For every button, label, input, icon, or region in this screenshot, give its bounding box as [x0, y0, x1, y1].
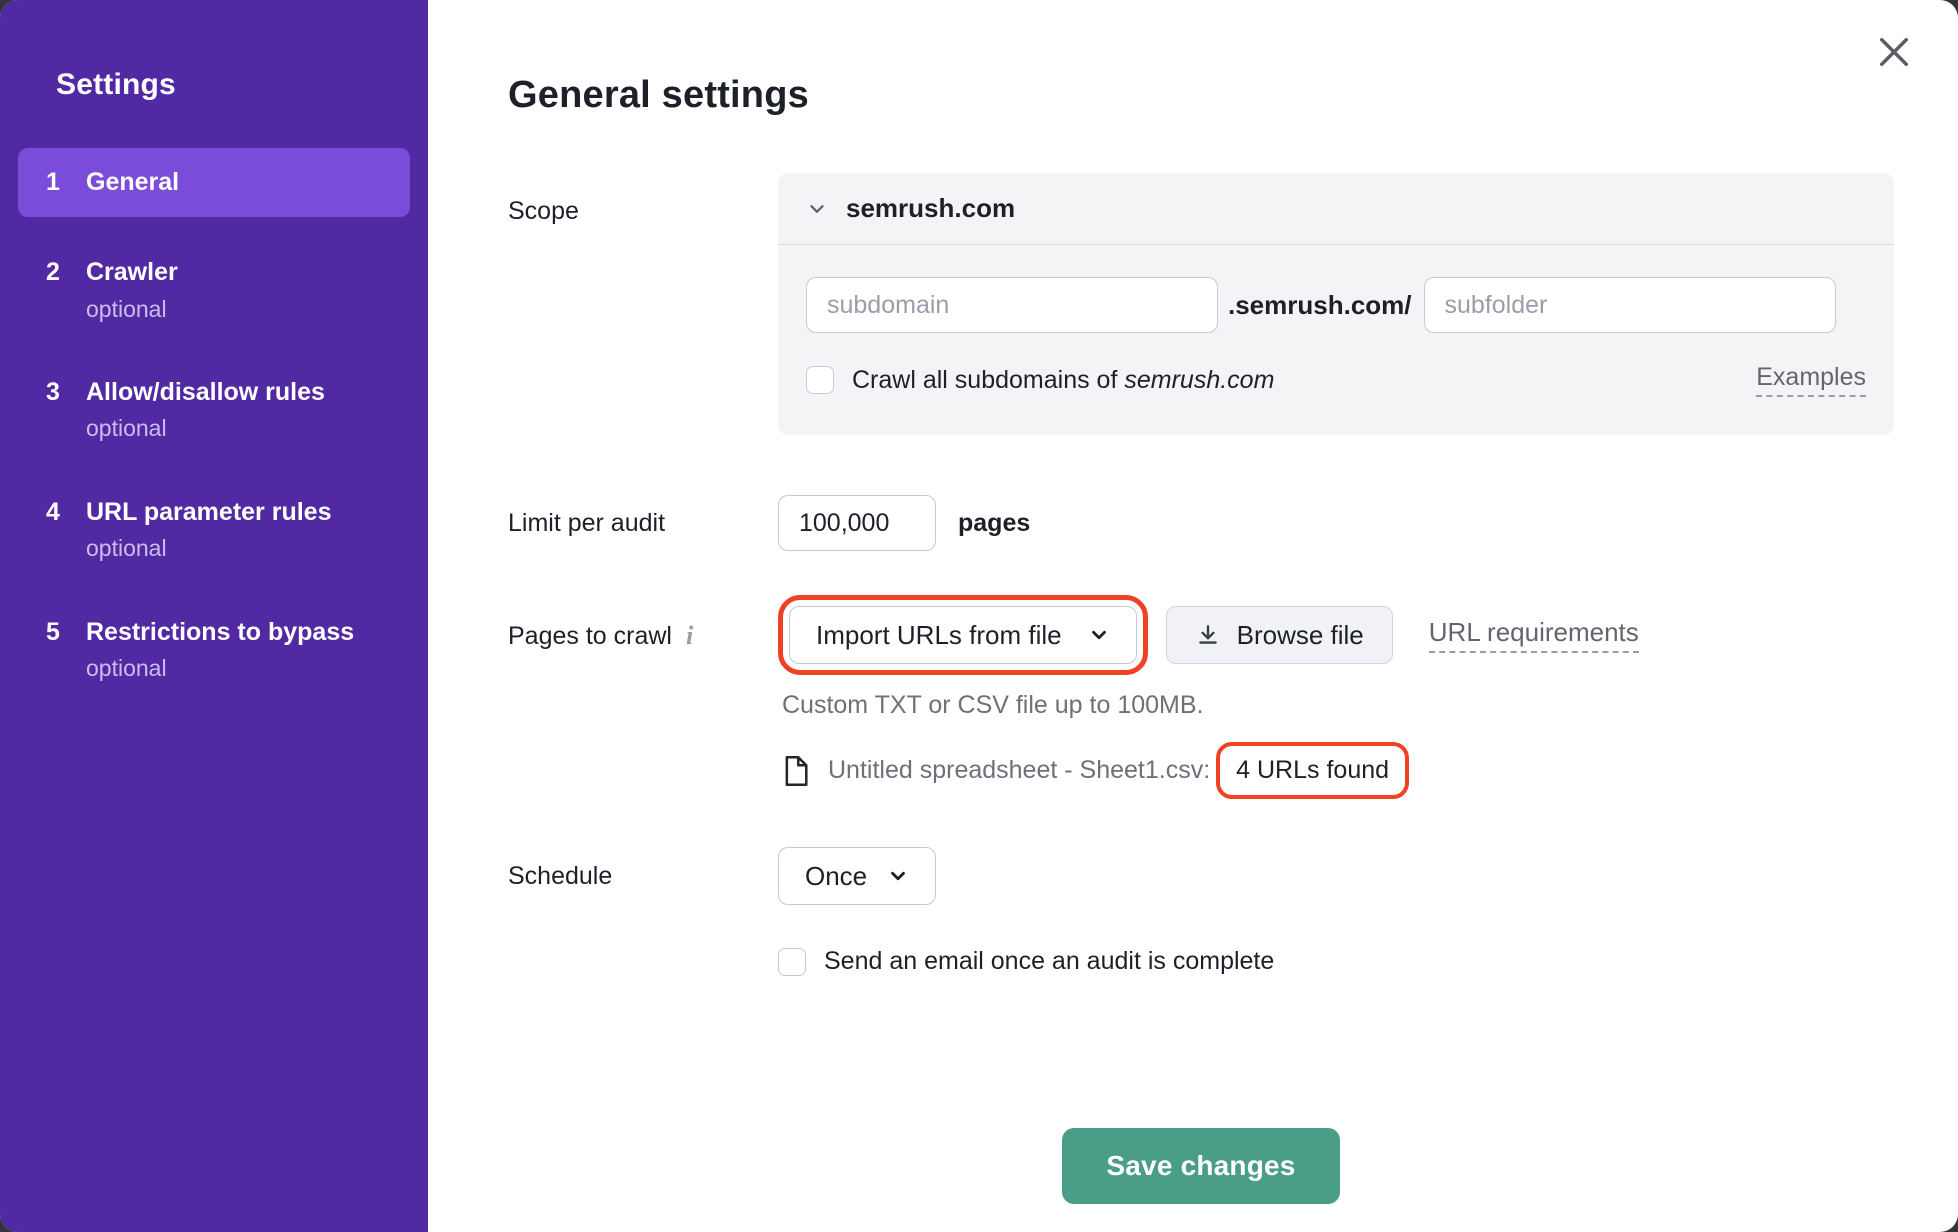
sidebar-item-label: Allow/disallow rules [86, 378, 325, 407]
chevron-down-icon [806, 198, 828, 220]
general-settings-panel: General settings Scope semrush.com subdo… [428, 0, 1958, 1232]
scope-label: Scope [508, 197, 579, 225]
sidebar-item-allow-disallow-rules[interactable]: 3 Allow/disallow rules optional [18, 363, 410, 457]
page-title: General settings [508, 74, 809, 116]
crawl-all-subdomains-checkbox[interactable] [806, 366, 834, 394]
sidebar-item-optional-tag: optional [86, 415, 167, 442]
limit-unit-label: pages [958, 508, 1031, 537]
modal-footer: Save changes [508, 1128, 1894, 1204]
settings-modal: Settings 1 General 2 Crawler optional 3 … [0, 0, 1958, 1232]
uploaded-file-row: Untitled spreadsheet - Sheet1.csv: 4 URL… [782, 742, 1894, 799]
sidebar-item-label: Crawler [86, 258, 178, 287]
urls-found-text: 4 URLs found [1236, 756, 1390, 784]
sidebar-item-number: 2 [46, 258, 60, 287]
info-icon[interactable]: i [686, 621, 693, 651]
email-notification-checkbox[interactable] [778, 947, 806, 976]
scope-row: Scope semrush.com .semru [508, 173, 1894, 435]
close-icon [1873, 31, 1915, 73]
limit-per-audit-row: Limit per audit pages [508, 495, 1894, 551]
sidebar-item-crawler[interactable]: 2 Crawler optional [18, 243, 410, 337]
sidebar-item-label: General [86, 168, 180, 196]
browse-file-button[interactable]: Browse file [1165, 606, 1393, 664]
crawl-all-subdomains-label: Crawl all subdomains of semrush.com [852, 365, 1275, 394]
sidebar-item-url-parameter-rules[interactable]: 4 URL parameter rules optional [18, 483, 410, 577]
subfolder-input[interactable] [1423, 277, 1836, 333]
examples-link[interactable]: Examples [1756, 363, 1866, 397]
browse-file-label: Browse file [1236, 619, 1364, 650]
sidebar-item-number: 4 [46, 497, 60, 526]
schedule-label: Schedule [508, 861, 613, 890]
domain-suffix: .semrush.com/ [1228, 289, 1412, 320]
sidebar-item-label: URL parameter rules [86, 497, 332, 526]
annotation-ring-source-select: Import URLs from file [778, 595, 1148, 675]
scope-body: .semrush.com/ Crawl all subdomains of se… [778, 245, 1894, 435]
uploaded-file-name: Untitled spreadsheet - Sheet1.csv: [828, 756, 1211, 784]
pages-source-select-value: Import URLs from file [816, 619, 1062, 650]
sidebar-item-optional-tag: optional [86, 655, 167, 682]
download-icon [1195, 622, 1221, 648]
save-changes-button[interactable]: Save changes [1062, 1128, 1340, 1204]
limit-per-audit-label: Limit per audit [508, 508, 666, 537]
crawl-all-domain: semrush.com [1124, 365, 1275, 394]
scope-expander[interactable]: semrush.com [778, 173, 1894, 245]
scope-domain: semrush.com [846, 193, 1016, 223]
url-requirements-link[interactable]: URL requirements [1428, 617, 1639, 653]
scope-panel: semrush.com .semrush.com/ Crawl all subd… [778, 173, 1894, 435]
limit-per-audit-input[interactable] [778, 495, 936, 551]
email-notification-label: Send an email once an audit is complete [824, 947, 1275, 975]
sidebar-item-number: 1 [46, 168, 60, 196]
email-notification-row: . Send an email once an audit is complet… [508, 947, 1894, 976]
sidebar-title: Settings [56, 68, 176, 101]
schedule-select-value: Once [805, 860, 868, 891]
pages-to-crawl-label: Pages to crawl i [508, 621, 694, 651]
sidebar-item-number: 5 [46, 617, 60, 646]
chevron-down-icon [1088, 624, 1110, 646]
sidebar-item-number: 3 [46, 378, 60, 407]
schedule-row: Schedule Once [508, 847, 1894, 905]
sidebar-item-optional-tag: optional [86, 295, 167, 322]
sidebar-item-optional-tag: optional [86, 535, 167, 562]
file-icon [782, 755, 810, 787]
sidebar-item-label: Restrictions to bypass [86, 617, 355, 646]
sidebar-item-general[interactable]: 1 General [18, 148, 410, 218]
sidebar-item-restrictions-to-bypass[interactable]: 5 Restrictions to bypass optional [18, 603, 410, 697]
chevron-down-icon [887, 865, 909, 887]
settings-sidebar: Settings 1 General 2 Crawler optional 3 … [0, 0, 428, 1232]
pages-source-select[interactable]: Import URLs from file [789, 606, 1137, 664]
file-helper-text: Custom TXT or CSV file up to 100MB. [782, 691, 1204, 719]
schedule-select[interactable]: Once [778, 847, 937, 905]
sidebar-nav: 1 General 2 Crawler optional 3 Allow/dis… [0, 148, 428, 697]
subdomain-input[interactable] [806, 277, 1218, 333]
close-button[interactable] [1868, 26, 1920, 78]
annotation-ring-urls-found: 4 URLs found [1216, 742, 1410, 799]
pages-to-crawl-row: Pages to crawl i Import URLs from file B… [508, 595, 1894, 799]
